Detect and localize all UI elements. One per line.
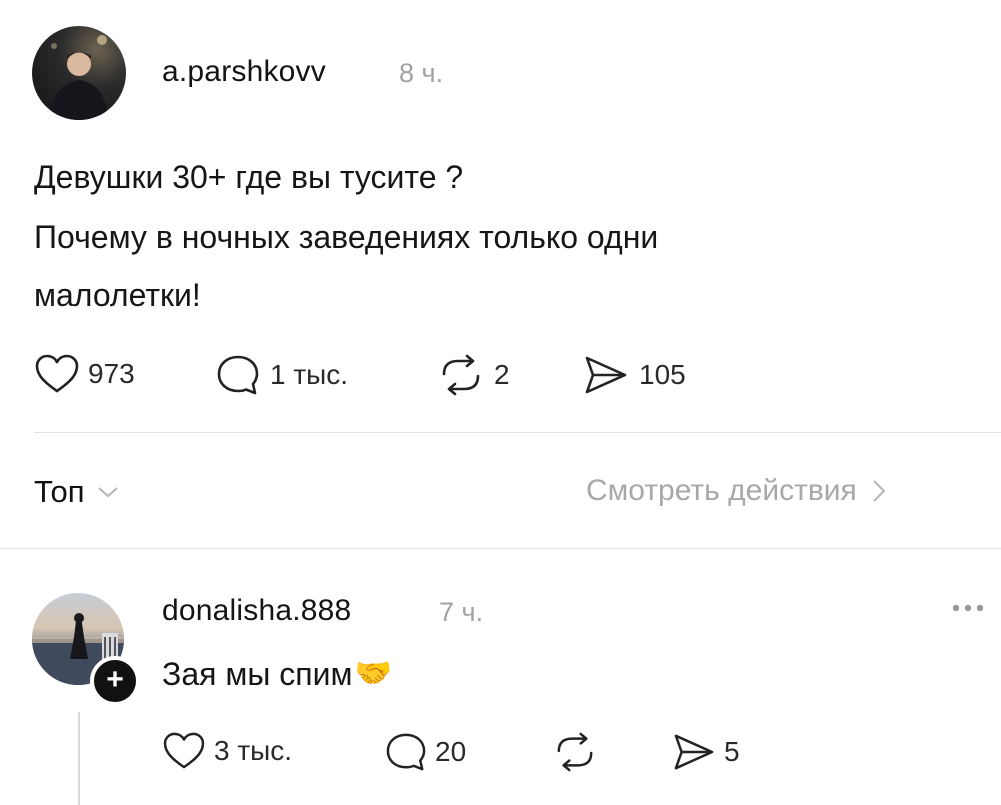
- comment-count: 1 тыс.: [270, 359, 349, 390]
- handshake-emoji: 🤝: [354, 656, 392, 691]
- heart-outline-icon: [163, 732, 205, 769]
- view-activity-link[interactable]: Смотреть действия: [586, 474, 887, 508]
- repost-count: 2: [494, 359, 510, 390]
- send-paper-plane-icon: [674, 734, 714, 770]
- reply-like-count: 3 тыс.: [214, 735, 293, 766]
- send-paper-plane-icon: [585, 356, 627, 394]
- reply-text: Зая мы спим 🤝: [162, 654, 392, 694]
- like-count: 973: [88, 358, 135, 389]
- sort-dropdown[interactable]: Топ: [34, 474, 119, 510]
- author-avatar[interactable]: [32, 26, 126, 120]
- reply-comment-button[interactable]: 20: [385, 732, 466, 772]
- comment-button[interactable]: 1 тыс.: [216, 354, 348, 396]
- post-divider: [34, 432, 1001, 433]
- post-text-line-3: малолетки!: [34, 277, 201, 313]
- repost-button[interactable]: 2: [438, 354, 510, 396]
- avatar-photo: [50, 35, 108, 120]
- post-timestamp: 8 ч.: [399, 58, 444, 88]
- heart-outline-icon: [35, 354, 79, 393]
- more-options-button[interactable]: [948, 598, 988, 623]
- speech-bubble-icon: [217, 355, 259, 395]
- reply-repost-button[interactable]: [553, 732, 605, 772]
- reply-share-count: 5: [724, 736, 740, 767]
- reply-comment-count: 20: [435, 736, 467, 767]
- follow-button[interactable]: +: [90, 656, 140, 706]
- speech-bubble-icon: [386, 733, 426, 771]
- post-text-line-2: Почему в ночных заведениях только одни: [34, 219, 659, 255]
- repost-arrows-icon: [442, 354, 480, 396]
- author-username[interactable]: a.parshkovv: [162, 55, 326, 89]
- reply-author-username[interactable]: donalisha.888: [162, 594, 351, 628]
- replies-divider: [0, 548, 1001, 549]
- chevron-right-icon: [873, 480, 886, 502]
- chevron-down-icon: [97, 487, 118, 498]
- reply-timestamp: 7 ч.: [439, 597, 484, 627]
- activity-label: Смотреть действия: [586, 474, 857, 507]
- share-count: 105: [639, 359, 686, 390]
- share-button[interactable]: 105: [583, 354, 686, 396]
- thread-line: [78, 712, 80, 805]
- repost-arrows-icon: [557, 732, 593, 772]
- reply-text-content: Зая мы спим: [162, 656, 353, 692]
- reply-like-button[interactable]: 3 тыс.: [162, 732, 292, 770]
- like-button[interactable]: 973: [34, 354, 135, 394]
- more-dots-icon: [952, 604, 984, 612]
- plus-icon: +: [106, 663, 124, 696]
- reply-share-button[interactable]: 5: [672, 732, 740, 772]
- sort-label: Топ: [34, 474, 85, 509]
- post-text-line-1: Девушки 30+ где вы тусите ?: [34, 159, 464, 195]
